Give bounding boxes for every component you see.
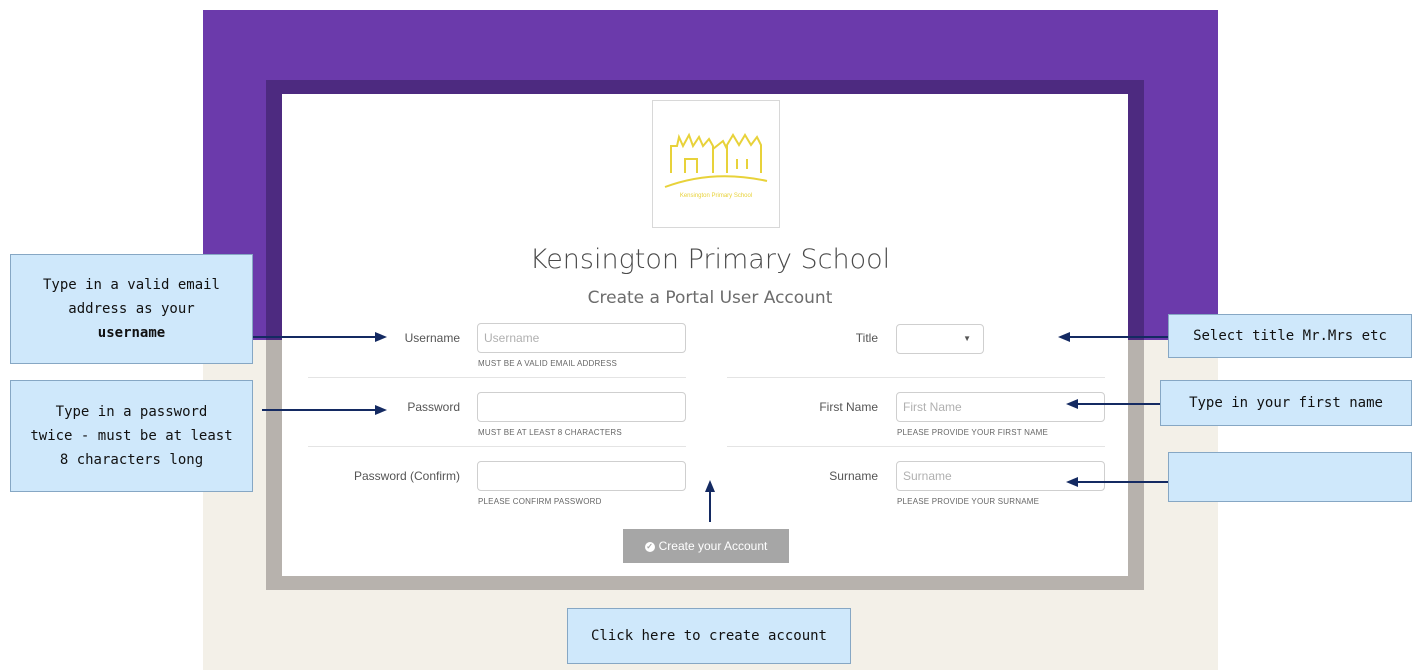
callout-username-line: username [97,325,166,341]
callout-password-line: 8 characters long [59,452,204,468]
password-confirm-label: Password (Confirm) [353,469,460,483]
title-select[interactable]: ▼ [896,324,984,354]
arrow-head-icon [1058,332,1070,342]
callout-username-line: Type in a valid email [42,277,220,293]
password-help: MUST BE AT LEAST 8 CHARACTERS [478,428,622,437]
create-account-label: Create your Account [658,539,768,553]
logo-caption: Kensington Primary School [680,193,752,199]
arrow-head-icon [1066,477,1078,487]
password-input[interactable] [477,392,686,422]
callout-username: Type in a valid email address as your us… [10,254,253,364]
divider [727,446,1105,447]
callout-username-line: address as your [68,301,195,317]
arrow-head-icon [705,480,715,492]
callout-title: Select title Mr.Mrs etc [1168,314,1412,358]
surname-label: Surname [829,469,878,483]
username-help: MUST BE A VALID EMAIL ADDRESS [478,359,618,368]
arrow-head-icon [1066,399,1078,409]
callout-create: Click here to create account [567,608,851,664]
callout-first-name: Type in your first name [1160,380,1412,426]
callout-first-name-text: Type in your first name [1189,395,1383,411]
callout-title-text: Select title Mr.Mrs etc [1193,328,1387,344]
arrow-to-surname [1076,481,1168,483]
username-input[interactable] [477,323,686,353]
surname-help: PLEASE PROVIDE YOUR SURNAME [897,497,1040,506]
password-confirm-input[interactable] [477,461,686,491]
check-circle-icon: ✓ [644,541,655,552]
divider [727,377,1105,378]
chevron-down-icon: ▼ [963,334,971,343]
first-name-label: First Name [819,400,878,414]
callout-password-line: Type in a password [55,404,208,420]
callout-password: Type in a password twice - must be at le… [10,380,253,492]
callout-surname [1168,452,1412,502]
arrow-to-create-button [709,488,711,522]
arrow-head-icon [375,405,387,415]
create-account-button[interactable]: ✓ Create your Account [623,529,789,563]
title-label: Title [855,331,878,345]
divider [308,377,686,378]
divider [308,446,686,447]
castle-logo-icon: Kensington Primary School [664,132,768,199]
callout-password-line: twice - must be at least [30,428,233,444]
school-logo: Kensington Primary School [652,100,780,228]
arrow-head-icon [375,332,387,342]
arrow-to-password [262,409,377,411]
callout-create-text: Click here to create account [590,628,827,644]
arrow-to-first-name [1076,403,1160,405]
password-confirm-help: PLEASE CONFIRM PASSWORD [478,497,602,506]
arrow-to-title [1068,336,1168,338]
first-name-help: PLEASE PROVIDE YOUR FIRST NAME [897,428,1049,437]
arrow-to-username [253,336,377,338]
